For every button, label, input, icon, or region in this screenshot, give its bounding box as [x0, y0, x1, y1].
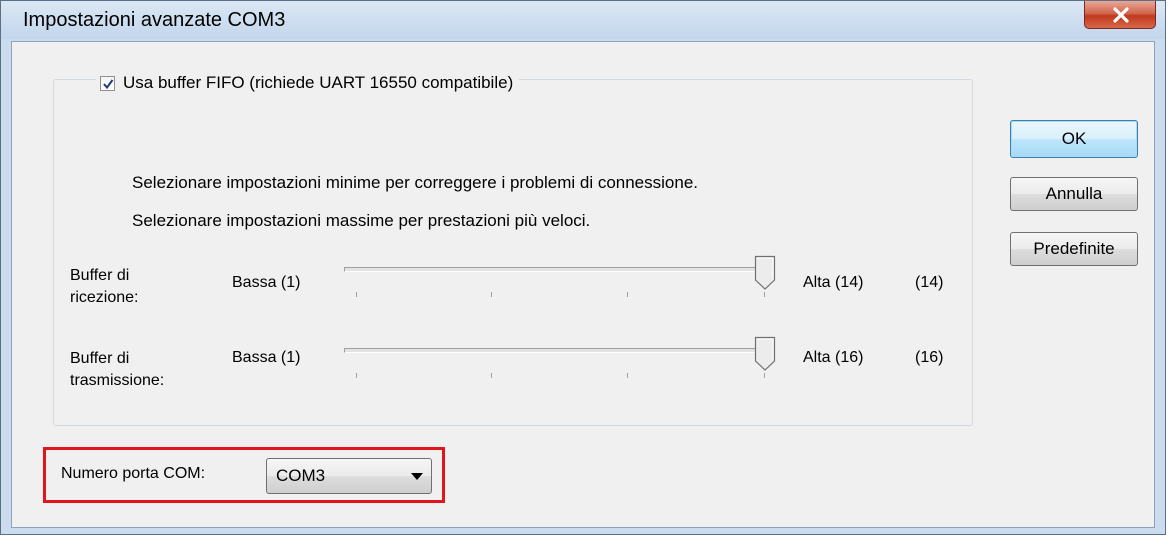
ok-button[interactable]: OK	[1010, 120, 1138, 158]
fifo-group-box	[53, 79, 973, 426]
transmit-slider-tick	[764, 373, 765, 378]
transmit-buffer-value: (16)	[915, 349, 944, 366]
receive-slider-tick	[627, 292, 628, 297]
receive-slider-tick	[764, 292, 765, 297]
transmit-buffer-label: Buffer di trasmissione:	[70, 348, 164, 392]
fifo-group-legend: Usa buffer FIFO (richiede UART 16550 com…	[96, 70, 520, 96]
transmit-buffer-label-line2: trasmissione:	[70, 372, 165, 389]
transmit-buffer-slider-thumb[interactable]	[754, 336, 776, 372]
defaults-button[interactable]: Predefinite	[1010, 232, 1138, 266]
fifo-checkbox-label[interactable]: Usa buffer FIFO (richiede UART 16550 com…	[123, 73, 513, 93]
transmit-buffer-slider-track[interactable]	[344, 348, 770, 353]
transmit-slider-tick	[491, 373, 492, 378]
transmit-buffer-max-label: Alta (16)	[803, 349, 864, 366]
description-max-settings: Selezionare impostazioni massime per pre…	[132, 211, 591, 230]
checkmark-icon	[103, 78, 114, 89]
title-bar[interactable]: Impostazioni avanzate COM3	[1, 1, 1165, 39]
receive-buffer-label-line2: ricezione:	[70, 289, 139, 306]
transmit-buffer-min-label: Bassa (1)	[232, 349, 301, 366]
receive-buffer-label: Buffer di ricezione:	[70, 265, 138, 309]
cancel-button[interactable]: Annulla	[1010, 177, 1138, 211]
receive-buffer-max-label: Alta (14)	[803, 274, 864, 291]
receive-buffer-slider-thumb[interactable]	[754, 255, 776, 291]
close-button[interactable]	[1084, 1, 1156, 29]
com-port-label: Numero porta COM:	[61, 465, 206, 482]
description-min-settings: Selezionare impostazioni minime per corr…	[132, 173, 699, 192]
receive-buffer-label-line1: Buffer di	[70, 267, 130, 284]
close-x-icon	[1113, 7, 1129, 23]
transmit-slider-tick	[627, 373, 628, 378]
com-port-selected-value: COM3	[276, 466, 326, 485]
window-title: Impostazioni avanzate COM3	[23, 9, 286, 31]
com-port-dropdown[interactable]: COM3	[266, 458, 432, 494]
fifo-checkbox[interactable]	[100, 75, 115, 91]
receive-buffer-min-label: Bassa (1)	[232, 274, 301, 291]
receive-slider-tick	[491, 292, 492, 297]
receive-slider-tick	[356, 292, 357, 297]
transmit-buffer-label-line1: Buffer di	[70, 350, 130, 367]
receive-buffer-value: (14)	[915, 274, 944, 291]
chevron-down-icon	[411, 473, 423, 480]
transmit-slider-tick	[356, 373, 357, 378]
receive-buffer-slider-track[interactable]	[344, 267, 770, 272]
